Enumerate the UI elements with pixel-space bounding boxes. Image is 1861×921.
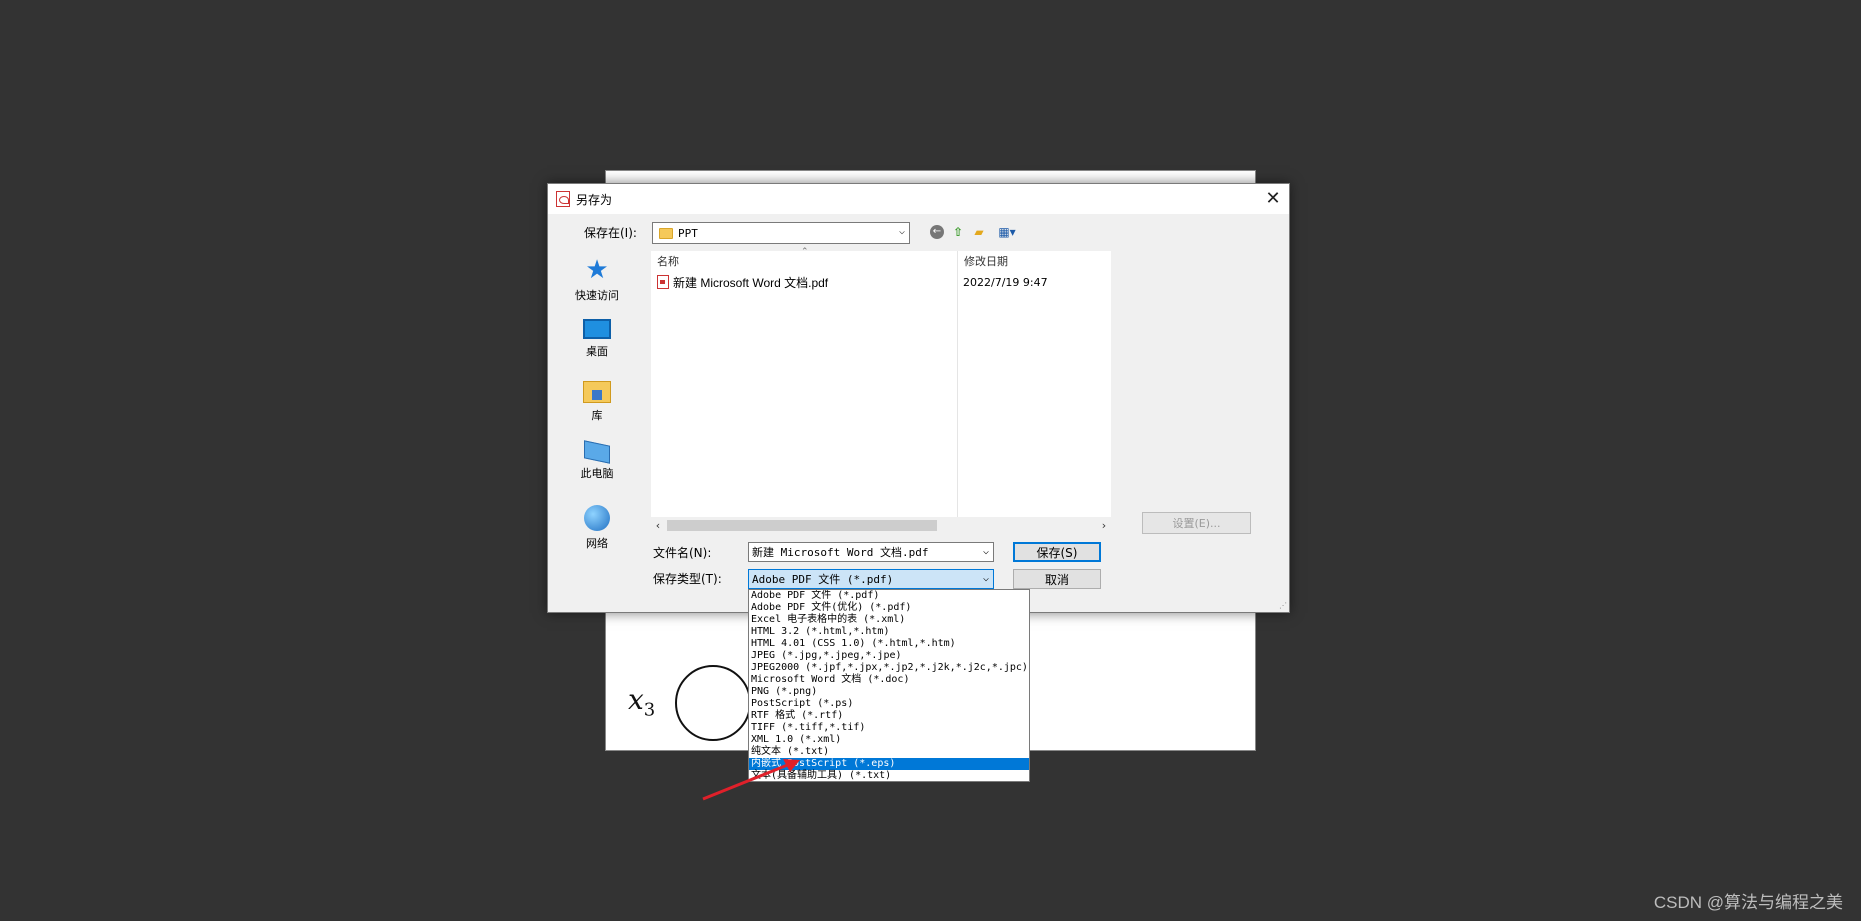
filetype-dropdown-list: Adobe PDF 文件 (*.pdf) Adobe PDF 文件(优化) (*… (748, 589, 1030, 782)
place-quick-access[interactable]: ★ 快速访问 (568, 254, 626, 316)
new-folder-button[interactable]: ▰ (970, 223, 988, 241)
place-desktop[interactable]: 桌面 (568, 316, 626, 378)
filename-label: 文件名(N): (653, 546, 712, 560)
file-row[interactable]: 新建 Microsoft Word 文档.pdf 2022/7/19 9:47 (651, 273, 1111, 291)
filetype-option[interactable]: XML 1.0 (*.xml) (749, 734, 1029, 746)
filetype-option[interactable]: TIFF (*.tiff,*.tif) (749, 722, 1029, 734)
dialog-title: 另存为 (576, 192, 613, 207)
chevron-down-icon: ⌵ (898, 226, 905, 237)
chevron-down-icon[interactable]: ⌵ (983, 573, 989, 584)
filetype-option[interactable]: PostScript (*.ps) (749, 698, 1029, 710)
computer-icon (584, 440, 610, 464)
pdf-file-icon (657, 275, 669, 289)
place-label: 快速访问 (575, 289, 619, 302)
watermark: CSDN @算法与编程之美 (1653, 893, 1843, 912)
scroll-right-icon[interactable]: › (1097, 517, 1111, 534)
place-label: 此电脑 (580, 467, 614, 480)
save-as-dialog: 另存为 ✕ 保存在(I): PPT ⌵ ← ⇧ ▰ ▦▾ ★ 快速访问 桌面 库… (547, 183, 1290, 613)
view-menu-button[interactable]: ▦▾ (994, 223, 1020, 241)
settings-button: 设置(E)... (1142, 512, 1251, 534)
file-date: 2022/7/19 9:47 (963, 275, 1048, 289)
filetype-option[interactable]: HTML 3.2 (*.html,*.htm) (749, 626, 1029, 638)
filetype-option[interactable]: PNG (*.png) (749, 686, 1029, 698)
close-button[interactable]: ✕ (1257, 184, 1289, 214)
view-grid-icon: ▦▾ (998, 225, 1016, 239)
filetype-option[interactable]: Excel 电子表格中的表 (*.xml) (749, 614, 1029, 626)
save-in-dropdown[interactable]: PPT ⌵ (652, 222, 910, 244)
place-label: 网络 (586, 537, 608, 550)
filetype-select[interactable]: Adobe PDF 文件 (*.pdf) ⌵ (748, 569, 994, 589)
filetype-option[interactable]: 纯文本 (*.txt) (749, 746, 1029, 758)
filetype-option[interactable]: RTF 格式 (*.rtf) (749, 710, 1029, 722)
filetype-option[interactable]: JPEG2000 (*.jpf,*.jpx,*.jp2,*.j2k,*.j2c,… (749, 662, 1029, 674)
place-network[interactable]: 网络 (568, 502, 626, 564)
filetype-option[interactable]: Microsoft Word 文档 (*.doc) (749, 674, 1029, 686)
filetype-label: 保存类型(T): (653, 572, 722, 586)
save-in-label: 保存在(I): (584, 226, 637, 240)
filetype-option-selected[interactable]: 内嵌式 PostScript (*.eps) (749, 758, 1029, 770)
filetype-option[interactable]: HTML 4.01 (CSS 1.0) (*.html,*.htm) (749, 638, 1029, 650)
star-icon: ★ (585, 255, 609, 285)
back-button[interactable]: ← (928, 223, 946, 241)
place-this-pc[interactable]: 此电脑 (568, 440, 626, 502)
save-in-value: PPT (678, 226, 698, 240)
place-label: 库 (591, 409, 603, 422)
places-bar: ★ 快速访问 桌面 库 此电脑 网络 (568, 254, 626, 564)
column-header-date[interactable]: 修改日期 (957, 251, 1111, 271)
filetype-option[interactable]: JPEG (*.jpg,*.jpeg,*.jpe) (749, 650, 1029, 662)
diagram-node-circle (675, 665, 751, 741)
network-icon (584, 505, 610, 531)
filetype-option[interactable]: Adobe PDF 文件 (*.pdf) (749, 590, 1029, 602)
file-list[interactable]: ⌃ 名称 修改日期 新建 Microsoft Word 文档.pdf 2022/… (651, 247, 1111, 521)
acrobat-pdf-icon (556, 191, 570, 207)
filetype-option[interactable]: Adobe PDF 文件(优化) (*.pdf) (749, 602, 1029, 614)
folder-icon (659, 227, 673, 239)
horizontal-scrollbar[interactable]: ‹ › (651, 517, 1111, 534)
filetype-option[interactable]: 文本(具备辅助工具) (*.txt) (749, 770, 1029, 781)
dialog-titlebar[interactable]: 另存为 ✕ (548, 184, 1289, 214)
filetype-value: Adobe PDF 文件 (*.pdf) (752, 573, 894, 586)
column-divider (957, 251, 958, 521)
back-arrow-icon: ← (930, 225, 944, 239)
file-name: 新建 Microsoft Word 文档.pdf (673, 275, 829, 290)
new-folder-icon: ▰ (974, 225, 984, 239)
place-library[interactable]: 库 (568, 378, 626, 440)
up-folder-button[interactable]: ⇧ (949, 223, 967, 241)
chevron-down-icon[interactable]: ⌵ (983, 546, 989, 557)
library-icon (583, 381, 611, 403)
cancel-button[interactable]: 取消 (1013, 569, 1101, 589)
column-header-name[interactable]: 名称 (651, 251, 957, 271)
filename-value: 新建 Microsoft Word 文档.pdf (752, 546, 929, 559)
resize-grip-icon[interactable]: ⋰ (1279, 602, 1287, 610)
scroll-left-icon[interactable]: ‹ (651, 517, 665, 534)
filename-input[interactable]: 新建 Microsoft Word 文档.pdf ⌵ (748, 542, 994, 562)
save-button[interactable]: 保存(S) (1013, 542, 1101, 562)
scrollbar-thumb[interactable] (667, 520, 937, 531)
variable-label: x3 (628, 683, 656, 721)
up-arrow-icon: ⇧ (952, 225, 964, 239)
desktop-icon (583, 319, 611, 339)
place-label: 桌面 (586, 345, 608, 358)
